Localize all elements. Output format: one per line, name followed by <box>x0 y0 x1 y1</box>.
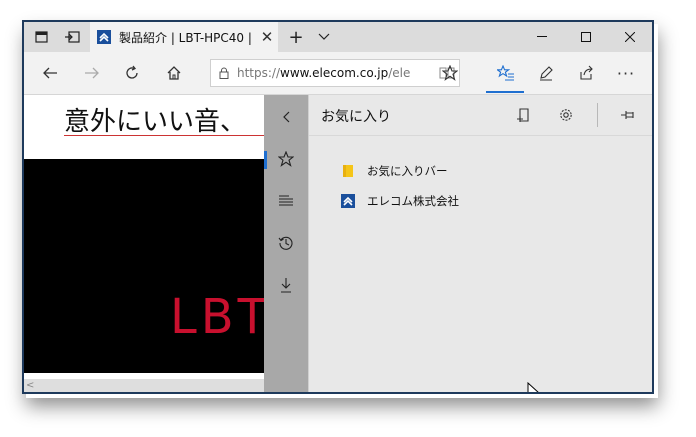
show-aside-tabs-icon[interactable] <box>58 22 86 52</box>
history-icon[interactable] <box>264 225 308 261</box>
lock-icon[interactable] <box>211 67 237 79</box>
new-tab-icon[interactable]: + <box>282 22 310 52</box>
pin-icon[interactable] <box>613 101 643 129</box>
video-area[interactable]: LBT <box>24 159 264 373</box>
maximize-button[interactable] <box>564 22 608 52</box>
reading-list-icon[interactable] <box>264 183 308 219</box>
add-favorite-star-icon[interactable] <box>434 58 466 88</box>
elecom-favicon <box>341 194 355 208</box>
share-icon[interactable] <box>570 58 602 88</box>
refresh-icon[interactable] <box>116 58 148 88</box>
tab-preview-chevron-icon[interactable] <box>310 22 338 52</box>
downloads-icon[interactable] <box>264 267 308 303</box>
hub-header: お気に入り <box>309 95 652 136</box>
tab-bar: 製品紹介 | LBT-HPC40 | ✕ + <box>24 22 652 52</box>
favorites-star-icon[interactable] <box>264 141 308 177</box>
page-heading: 意外にいい音、 <box>64 107 247 137</box>
favorites-panel: お気に入り お気に入りバー エレコム株式会社 <box>308 95 652 392</box>
hub-divider <box>597 103 598 127</box>
hub-icon[interactable] <box>490 58 522 88</box>
tab-active[interactable]: 製品紹介 | LBT-HPC40 | ✕ <box>90 22 278 52</box>
set-aside-tabs-icon[interactable] <box>28 22 56 52</box>
browser-window: 製品紹介 | LBT-HPC40 | ✕ + https://www.eleco… <box>22 20 654 394</box>
close-window-button[interactable] <box>608 22 652 52</box>
back-button[interactable] <box>34 58 66 88</box>
browser-content: 製品紹介 | LBT-HPC40 | ✕ + https://www.eleco… <box>24 22 652 392</box>
folder-icon <box>343 165 353 177</box>
hub-collapse-chevron-icon[interactable] <box>264 99 308 135</box>
tab-close-icon[interactable]: ✕ <box>256 28 278 46</box>
hub-active-indicator <box>486 91 524 93</box>
more-options-icon[interactable]: ··· <box>610 58 642 88</box>
horizontal-scrollbar[interactable]: < <box>24 379 264 392</box>
address-bar[interactable]: https://www.elecom.co.jp/ele <box>210 59 460 87</box>
elecom-favicon <box>97 30 111 44</box>
settings-gear-icon[interactable] <box>551 101 581 129</box>
navigation-bar: https://www.elecom.co.jp/ele ··· <box>24 52 652 95</box>
home-icon[interactable] <box>158 58 190 88</box>
tab-title: 製品紹介 | LBT-HPC40 | <box>119 30 252 45</box>
add-folder-icon[interactable] <box>509 101 539 129</box>
minimize-button[interactable] <box>520 22 564 52</box>
favorite-item-elecom[interactable]: エレコム株式会社 <box>341 189 459 213</box>
url-text: https://www.elecom.co.jp/ele <box>237 66 411 80</box>
heading-underline <box>64 135 264 136</box>
web-page: 意外にいい音、 LBT < <box>24 95 264 392</box>
hub-rail <box>264 95 308 392</box>
favorite-item-label: お気に入りバー <box>367 164 448 178</box>
mouse-cursor-icon <box>527 382 539 392</box>
favorite-item-label: エレコム株式会社 <box>367 194 459 208</box>
favorite-item-bar-folder[interactable]: お気に入りバー <box>341 159 448 183</box>
web-note-pen-icon[interactable] <box>530 58 562 88</box>
video-text: LBT <box>170 289 264 345</box>
forward-button[interactable] <box>76 58 108 88</box>
scroll-left-icon[interactable]: < <box>26 379 34 392</box>
hub-title: お気に入り <box>321 109 391 125</box>
